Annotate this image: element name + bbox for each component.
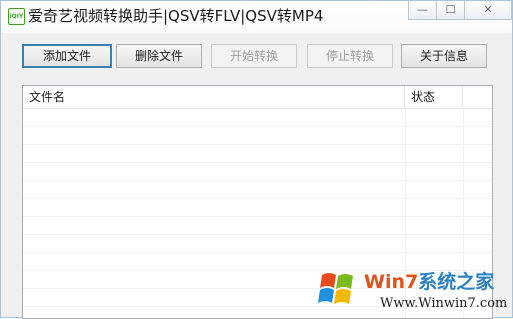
empty-row <box>23 235 492 253</box>
watermark-brand-win7: Win7 <box>364 271 419 293</box>
empty-row <box>23 199 492 217</box>
file-list-header: 文件名 状态 <box>23 86 492 109</box>
iqiyi-app-icon: iQIY <box>8 8 25 25</box>
window-title: 爱奇艺视频转换助手|QSV转FLV|QSV转MP4 <box>28 7 324 25</box>
close-button[interactable]: ✕ <box>464 1 512 20</box>
empty-row <box>23 145 492 163</box>
column-header-status[interactable]: 状态 <box>405 86 463 108</box>
watermark-url: Www.Winwin7.com <box>380 296 508 311</box>
watermark-brand: Win7系统之家 <box>364 267 494 294</box>
empty-row <box>23 127 492 145</box>
add-file-button[interactable]: 添加文件 <box>22 44 112 68</box>
window-controls: — ☐ ✕ <box>408 1 512 21</box>
maximize-button[interactable]: ☐ <box>436 1 465 20</box>
start-convert-button[interactable]: 开始转换 <box>211 44 297 68</box>
empty-row <box>23 217 492 235</box>
column-header-filename[interactable]: 文件名 <box>23 86 405 108</box>
stop-convert-button[interactable]: 停止转换 <box>307 44 393 68</box>
windows-flag-icon <box>318 273 353 304</box>
delete-file-button[interactable]: 删除文件 <box>116 44 202 68</box>
about-button[interactable]: 关于信息 <box>401 44 487 68</box>
watermark-brand-name: 系统之家 <box>418 271 495 293</box>
empty-row <box>23 181 492 199</box>
title-bar[interactable]: iQIY 爱奇艺视频转换助手|QSV转FLV|QSV转MP4 — ☐ ✕ <box>1 1 512 33</box>
empty-row <box>23 163 492 181</box>
minimize-button[interactable]: — <box>408 1 437 20</box>
empty-row <box>23 109 492 127</box>
app-window: iQIY 爱奇艺视频转换助手|QSV转FLV|QSV转MP4 — ☐ ✕ 添加文… <box>0 0 513 319</box>
site-watermark: Win7系统之家 Www.Winwin7.com <box>314 263 512 317</box>
